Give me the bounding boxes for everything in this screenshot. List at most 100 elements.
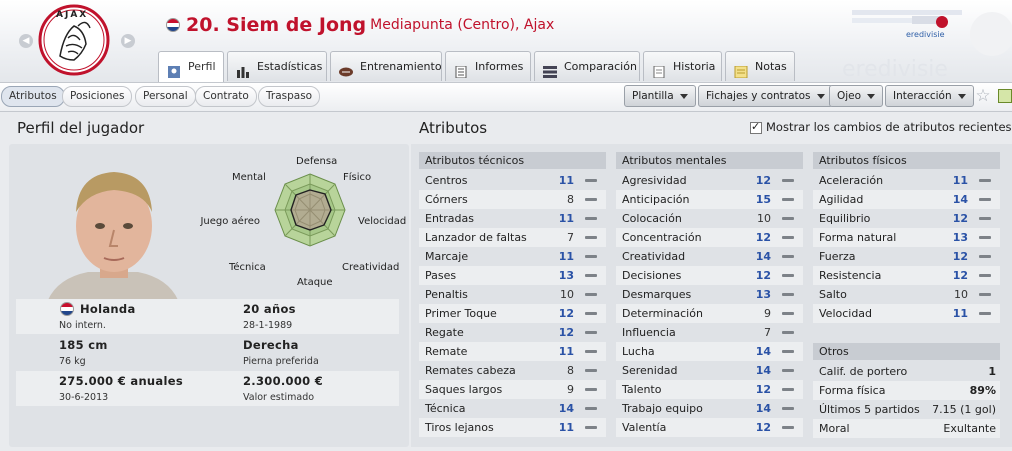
tab-notas[interactable]: Notas bbox=[725, 51, 795, 81]
netherlands-flag-icon bbox=[166, 18, 180, 32]
attribute-label: Anticipación bbox=[622, 193, 690, 206]
tab-perfil[interactable]: Perfil bbox=[158, 51, 224, 82]
attribute-row[interactable]: Remate 11 bbox=[419, 342, 606, 361]
physical-header: Atributos físicos bbox=[813, 152, 1000, 169]
plantilla-dropdown[interactable]: Plantilla bbox=[624, 85, 696, 107]
attribute-row[interactable]: Lanzador de faltas 7 bbox=[419, 228, 606, 247]
attributes-heading: Atributos bbox=[419, 119, 488, 137]
tab-informes[interactable]: Informes bbox=[445, 51, 531, 81]
add-note-icon[interactable] bbox=[998, 89, 1012, 103]
attribute-label: Salto bbox=[819, 288, 847, 301]
attribute-row[interactable]: Valentía 12 bbox=[616, 418, 803, 437]
attribute-value: 7 bbox=[764, 326, 771, 339]
attribute-row[interactable]: Saques largos 9 bbox=[419, 380, 606, 399]
tab-historia[interactable]: Historia bbox=[643, 51, 722, 81]
back-arrow-icon[interactable]: ◀ bbox=[19, 34, 33, 48]
attribute-row[interactable]: Talento 12 bbox=[616, 380, 803, 399]
attribute-label: Creatividad bbox=[622, 250, 686, 263]
no-change-icon bbox=[585, 217, 597, 220]
subtab-atributos[interactable]: Atributos bbox=[1, 86, 65, 107]
attribute-value: 12 bbox=[952, 269, 968, 282]
radar-label-mental: Mental bbox=[232, 172, 266, 183]
tab-label: Historia bbox=[673, 60, 716, 73]
attribute-row[interactable]: Concentración 12 bbox=[616, 228, 803, 247]
subtab-contrato[interactable]: Contrato bbox=[195, 86, 257, 107]
attribute-row[interactable]: Creatividad 14 bbox=[616, 247, 803, 266]
attribute-label: Velocidad bbox=[819, 307, 873, 320]
attribute-row[interactable]: Córners 8 bbox=[419, 190, 606, 209]
ojeo-dropdown[interactable]: Ojeo bbox=[829, 85, 884, 107]
attribute-row[interactable]: Fuerza 12 bbox=[813, 247, 1000, 266]
radar-label-fisico: Físico bbox=[343, 172, 372, 183]
attribute-row[interactable]: Centros 11 bbox=[419, 171, 606, 190]
no-change-icon bbox=[782, 350, 794, 353]
attribute-row[interactable]: Marcaje 11 bbox=[419, 247, 606, 266]
tab-comparacion[interactable]: Comparación bbox=[534, 51, 640, 81]
subtab-personal[interactable]: Personal bbox=[135, 86, 196, 107]
attribute-value: 14 bbox=[755, 250, 771, 263]
attribute-row[interactable]: Serenidad 14 bbox=[616, 361, 803, 380]
forward-arrow-icon[interactable]: ▶ bbox=[121, 34, 135, 48]
attribute-row[interactable]: Equilibrio 12 bbox=[813, 209, 1000, 228]
interaccion-dropdown[interactable]: Interacción bbox=[885, 85, 974, 107]
compare-icon bbox=[543, 60, 557, 78]
attribute-row[interactable]: Agilidad 14 bbox=[813, 190, 1000, 209]
report-icon bbox=[454, 60, 468, 79]
attribute-value: 11 bbox=[952, 307, 968, 320]
tab-entrenamiento[interactable]: Entrenamiento bbox=[330, 51, 442, 81]
attribute-row[interactable]: Primer Toque 12 bbox=[419, 304, 606, 323]
attribute-label: Influencia bbox=[622, 326, 676, 339]
no-change-icon bbox=[782, 331, 794, 334]
attribute-label: Saques largos bbox=[425, 383, 503, 396]
attribute-value: 7 bbox=[567, 231, 574, 244]
tab-estadisticas[interactable]: Estadísticas bbox=[227, 51, 327, 81]
attribute-row[interactable]: Aceleración 11 bbox=[813, 171, 1000, 190]
attribute-value: 13 bbox=[952, 231, 968, 244]
attribute-label: Técnica bbox=[425, 402, 466, 415]
attribute-row[interactable]: Desmarques 13 bbox=[616, 285, 803, 304]
attribute-row[interactable]: Lucha 14 bbox=[616, 342, 803, 361]
attribute-row[interactable]: Resistencia 12 bbox=[813, 266, 1000, 285]
other-value: 1 bbox=[988, 365, 996, 378]
star-icon[interactable]: ☆ bbox=[974, 85, 992, 107]
attribute-row[interactable]: Entradas 11 bbox=[419, 209, 606, 228]
attribute-row[interactable]: Pases 13 bbox=[419, 266, 606, 285]
tab-label: Perfil bbox=[188, 60, 216, 73]
attribute-row[interactable]: Remates cabeza 8 bbox=[419, 361, 606, 380]
attribute-row[interactable]: Tiros lejanos 11 bbox=[419, 418, 606, 437]
attribute-label: Primer Toque bbox=[425, 307, 497, 320]
attribute-row[interactable]: Salto 10 bbox=[813, 285, 1000, 304]
attribute-row[interactable]: Decisiones 12 bbox=[616, 266, 803, 285]
attribute-row[interactable]: Forma natural 13 bbox=[813, 228, 1000, 247]
attribute-row[interactable]: Penaltis 10 bbox=[419, 285, 606, 304]
no-change-icon bbox=[585, 312, 597, 315]
no-change-icon bbox=[782, 255, 794, 258]
attribute-row[interactable]: Calif. de portero 1 bbox=[813, 362, 1000, 381]
attribute-row[interactable]: Anticipación 15 bbox=[616, 190, 803, 209]
attribute-row[interactable]: Influencia 7 bbox=[616, 323, 803, 342]
attribute-row[interactable]: Velocidad 11 bbox=[813, 304, 1000, 323]
no-change-icon bbox=[585, 179, 597, 182]
fichajes-dropdown[interactable]: Fichajes y contratos bbox=[698, 85, 833, 107]
dropdown-label: Fichajes y contratos bbox=[706, 90, 811, 102]
show-changes-checkbox[interactable] bbox=[750, 120, 762, 134]
attribute-row[interactable]: Trabajo equipo 14 bbox=[616, 399, 803, 418]
attribute-value: 14 bbox=[755, 402, 771, 415]
attribute-row[interactable]: Últimos 5 partidos 7.15 (1 gol) bbox=[813, 400, 1000, 419]
attribute-row[interactable]: Moral Exultante bbox=[813, 419, 1000, 438]
attribute-row[interactable]: Determinación 9 bbox=[616, 304, 803, 323]
attribute-row[interactable]: Regate 12 bbox=[419, 323, 606, 342]
attribute-row[interactable]: Colocación 10 bbox=[616, 209, 803, 228]
subtab-posiciones[interactable]: Posiciones bbox=[62, 86, 133, 107]
no-change-icon bbox=[782, 236, 794, 239]
no-change-icon bbox=[585, 426, 597, 429]
radar-label-juego-aereo: Juego aéreo bbox=[200, 216, 260, 227]
subtab-traspaso[interactable]: Traspaso bbox=[258, 86, 321, 107]
attribute-row[interactable]: Forma física 89% bbox=[813, 381, 1000, 400]
attribute-label: Entradas bbox=[425, 212, 474, 225]
competition-brand-text: eredivisie bbox=[906, 30, 945, 39]
attribute-row[interactable]: Técnica 14 bbox=[419, 399, 606, 418]
attribute-row[interactable]: Agresividad 12 bbox=[616, 171, 803, 190]
preferred-foot-label: Pierna preferida bbox=[243, 356, 319, 367]
estimated-value-label: Valor estimado bbox=[243, 392, 315, 403]
